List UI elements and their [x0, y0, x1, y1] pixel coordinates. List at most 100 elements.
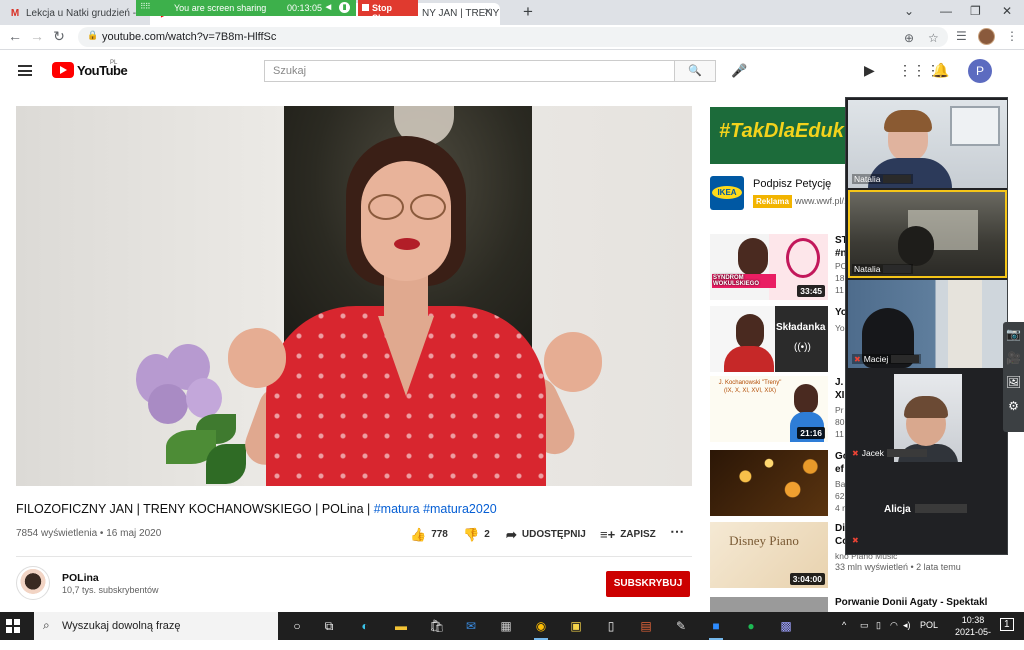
save-button[interactable]: ≡+ ZAPISZ: [600, 527, 656, 542]
create-video-icon[interactable]: ▶: [864, 62, 875, 79]
browser-menu-icon[interactable]: ⋮: [1006, 29, 1018, 43]
rec-title[interactable]: Porwanie Donii Agaty - Spektakl: [835, 597, 987, 608]
broadcast-icon: ((•)): [794, 342, 811, 353]
dislike-button[interactable]: 👎 2: [463, 527, 490, 543]
search-input[interactable]: [265, 61, 674, 81]
search-icon: 🔍: [688, 65, 702, 77]
share-button[interactable]: ➦ UDOSTĘPNIJ: [506, 527, 586, 543]
youtube-logo-icon[interactable]: [52, 62, 74, 78]
reading-list-icon[interactable]: ☰: [956, 29, 967, 43]
mail-icon[interactable]: ✉: [462, 617, 480, 635]
subscribe-button[interactable]: SUBSKRYBUJ: [606, 571, 690, 597]
video-hashtags[interactable]: #matura #matura2020: [374, 502, 497, 516]
muted-mic-icon: ✖: [852, 536, 859, 545]
zoom-icon[interactable]: ■: [707, 617, 725, 640]
video-thumbnail[interactable]: SYNDROM WOKULSKIEGO 33:45: [710, 234, 828, 300]
minimize-icon[interactable]: —: [940, 4, 952, 18]
thumbnail-caption: Składanka: [776, 322, 826, 333]
participant-tile[interactable]: Alicja ✖: [848, 468, 1007, 552]
file-explorer-icon[interactable]: ▬: [392, 617, 410, 635]
gmail-icon: M: [10, 8, 20, 19]
windows-start-icon[interactable]: [6, 619, 20, 633]
store-icon[interactable]: 🛍: [428, 617, 446, 635]
taskbar-search-text: Wyszukaj dowolną frazę: [62, 620, 181, 632]
video-thumbnail[interactable]: [710, 450, 828, 516]
wifi-icon[interactable]: ◠: [890, 620, 898, 631]
participant-tile[interactable]: Natalia: [848, 100, 1007, 188]
participant-name: Natalia: [852, 264, 914, 274]
participant-tile[interactable]: ✖ Jacek: [848, 370, 1007, 466]
drag-handle-icon[interactable]: ⠿⠿: [140, 2, 151, 11]
gallery-icon[interactable]: 🖼: [1003, 370, 1024, 394]
office-icon[interactable]: ▤: [637, 617, 655, 635]
taskbar-search[interactable]: ⌕ Wyszukaj dowolną frazę: [34, 612, 278, 640]
video-thumbnail[interactable]: Disney Piano 3:04:00: [710, 522, 828, 588]
edge-icon[interactable]: ◐: [356, 617, 374, 635]
calculator-icon[interactable]: ▦: [497, 617, 515, 635]
channel-avatar[interactable]: [16, 566, 50, 600]
chrome-icon[interactable]: ◉: [532, 617, 550, 640]
participant-tile[interactable]: Natalia: [848, 190, 1007, 278]
like-button[interactable]: 👍 778: [410, 527, 448, 543]
youtube-account-avatar[interactable]: P: [968, 59, 992, 83]
video-views-date: 7854 wyświetlenia • 16 maj 2020: [16, 528, 162, 539]
share-label: UDOSTĘPNIJ: [521, 529, 586, 540]
notepad-icon[interactable]: ▯: [602, 617, 620, 635]
camera-icon[interactable]: 📷: [1003, 322, 1024, 346]
video-camera-icon[interactable]: 🎥: [1003, 346, 1024, 370]
restore-icon[interactable]: ❐: [970, 4, 981, 18]
close-tab-icon[interactable]: ✕: [484, 7, 492, 18]
settings-gear-icon[interactable]: ⚙: [1003, 394, 1024, 418]
participant-tile[interactable]: ✖ Maciej: [848, 280, 1007, 368]
youtube-logo-text[interactable]: YouTube: [77, 63, 128, 78]
ad-banner[interactable]: #TakDlaEduk: [710, 107, 850, 164]
network-icon[interactable]: ▭: [860, 620, 869, 631]
teams-icon[interactable]: ▩: [777, 617, 795, 635]
reload-icon[interactable]: ↻: [50, 28, 68, 45]
save-label: ZAPISZ: [620, 529, 656, 540]
address-bar[interactable]: 🔒 youtube.com/watch?v=7B8m-HlffSc ⊕ ☆: [78, 27, 948, 47]
sticky-notes-icon[interactable]: ▣: [567, 617, 585, 635]
forward-arrow-icon[interactable]: →: [28, 28, 46, 44]
install-app-icon[interactable]: ⊕: [904, 31, 914, 45]
cortana-icon[interactable]: ○: [288, 617, 306, 635]
language-indicator[interactable]: POL: [920, 620, 938, 630]
playlist-add-icon: ≡+: [600, 527, 616, 542]
audio-icon[interactable]: ◀: [323, 2, 334, 13]
ad-title[interactable]: Podpisz Petycję: [753, 178, 831, 190]
battery-icon[interactable]: ▯: [876, 620, 881, 631]
browser-profile-avatar[interactable]: [978, 28, 995, 45]
menu-icon[interactable]: [18, 65, 32, 76]
more-actions-icon[interactable]: ⋯: [670, 523, 684, 540]
show-hidden-icons[interactable]: ^: [842, 620, 846, 630]
microphone-icon[interactable]: 🎤: [731, 63, 747, 79]
task-view-icon[interactable]: ⧉: [320, 617, 338, 635]
notifications-icon[interactable]: 1: [1000, 618, 1014, 631]
volume-icon[interactable]: ◂): [903, 620, 911, 631]
close-window-icon[interactable]: ✕: [1002, 4, 1012, 18]
video-player[interactable]: [16, 106, 692, 486]
channel-name[interactable]: POLina: [62, 572, 99, 584]
ad-logo[interactable]: IKEA: [710, 176, 744, 210]
stop-share-button[interactable]: Stop Share: [358, 0, 418, 23]
video-thumbnail[interactable]: [710, 597, 828, 612]
bookmark-star-icon[interactable]: ☆: [928, 31, 939, 45]
search-button[interactable]: 🔍: [674, 60, 716, 82]
share-arrow-icon: ➦: [506, 527, 517, 542]
dislike-count: 2: [484, 529, 490, 540]
back-arrow-icon[interactable]: ←: [6, 28, 24, 44]
paint-icon[interactable]: ✎: [672, 617, 690, 635]
system-clock[interactable]: 10:38 2021-05-10: [950, 614, 996, 650]
divider: [16, 556, 692, 557]
spotify-icon[interactable]: ●: [742, 617, 760, 635]
browser-tab-gmail[interactable]: M Lekcja u Natki grudzień - na: [0, 3, 150, 25]
video-thumbnail[interactable]: Składanka ((•)): [710, 306, 828, 372]
search-field[interactable]: [264, 60, 674, 82]
pause-icon[interactable]: ▮: [339, 2, 350, 13]
notifications-bell-icon[interactable]: 🔔: [932, 62, 949, 79]
country-code: PL: [110, 60, 118, 66]
new-tab-button[interactable]: +: [523, 2, 533, 22]
tab-search-icon[interactable]: ⌄: [904, 4, 914, 18]
meeting-gallery-window[interactable]: Natalia Natalia ✖ Maciej ✖ Jacek Alicja ✖: [845, 97, 1008, 555]
video-thumbnail[interactable]: J. Kochanowski "Treny" (IX, X, XI, XVI, …: [710, 376, 828, 442]
